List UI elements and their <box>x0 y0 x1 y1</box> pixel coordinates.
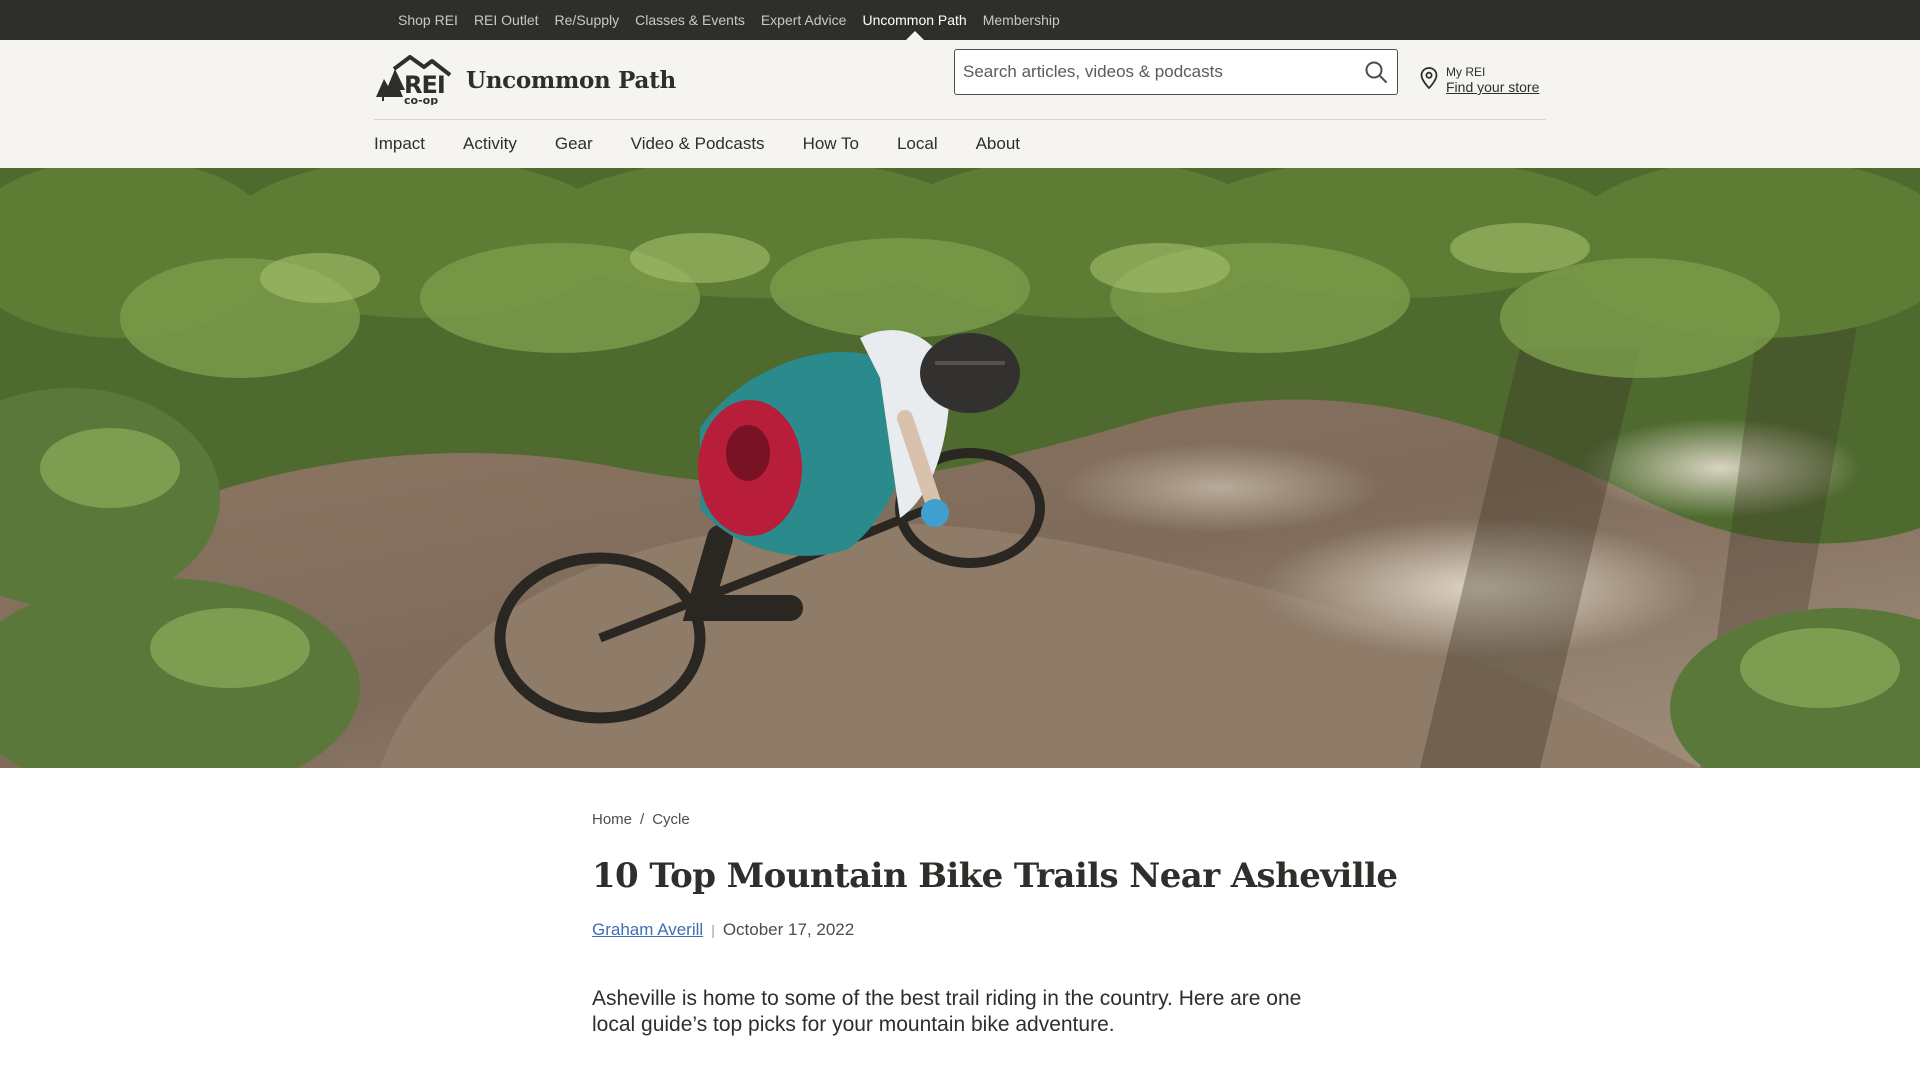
nav-item-activity[interactable]: Activity <box>463 134 517 154</box>
nav-item-about[interactable]: About <box>976 134 1020 154</box>
utility-link-uncommon-path[interactable]: Uncommon Path <box>862 0 966 40</box>
search-button[interactable] <box>1363 59 1389 85</box>
nav-item-how-to[interactable]: How To <box>803 134 859 154</box>
nav-item-gear[interactable]: Gear <box>555 134 593 154</box>
search-box <box>954 49 1398 95</box>
author-link[interactable]: Graham Averill <box>592 920 703 940</box>
svg-text:co-op: co-op <box>404 94 438 105</box>
utility-link-classes-events[interactable]: Classes & Events <box>635 0 745 40</box>
utility-link-shop-rei[interactable]: Shop REI <box>398 0 458 40</box>
byline-separator: | <box>711 922 715 938</box>
utility-link-rei-outlet[interactable]: REI Outlet <box>474 0 539 40</box>
nav-item-video-podcasts[interactable]: Video & Podcasts <box>631 134 765 154</box>
breadcrumb-separator: / <box>640 811 645 828</box>
rei-logo-link[interactable]: REI co-op <box>374 55 452 107</box>
breadcrumb-cycle[interactable]: Cycle <box>652 811 690 828</box>
my-rei-label: My REI <box>1446 65 1486 79</box>
breadcrumb: Home / Cycle <box>592 811 690 828</box>
search-input[interactable] <box>963 50 1353 94</box>
hero-image <box>0 168 1920 768</box>
site-title[interactable]: Uncommon Path <box>466 67 676 94</box>
find-your-store-link[interactable]: Find your store <box>1446 79 1539 95</box>
nav-item-impact[interactable]: Impact <box>374 134 425 154</box>
utility-nav: Shop REI REI Outlet Re/Supply Classes & … <box>398 0 1060 40</box>
site-header: REI co-op Uncommon Path My REI Find your… <box>0 40 1920 168</box>
utility-link-resupply[interactable]: Re/Supply <box>555 0 620 40</box>
rei-logo-icon: REI co-op <box>376 55 452 107</box>
utility-link-expert-advice[interactable]: Expert Advice <box>761 0 847 40</box>
search-icon <box>1365 61 1387 83</box>
utility-link-membership[interactable]: Membership <box>983 0 1060 40</box>
article-byline: Graham Averill | October 17, 2022 <box>592 920 854 940</box>
publish-date: October 17, 2022 <box>722 920 855 939</box>
breadcrumb-home[interactable]: Home <box>592 811 632 828</box>
main-nav: Impact Activity Gear Video & Podcasts Ho… <box>374 120 1020 168</box>
article-title: 10 Top Mountain Bike Trails Near Ashevil… <box>592 856 1398 896</box>
article-lede: Asheville is home to some of the best tr… <box>592 987 1302 1036</box>
map-pin-icon <box>1420 67 1438 89</box>
nav-item-local[interactable]: Local <box>897 134 938 154</box>
global-utility-bar: Shop REI REI Outlet Re/Supply Classes & … <box>0 0 1920 40</box>
